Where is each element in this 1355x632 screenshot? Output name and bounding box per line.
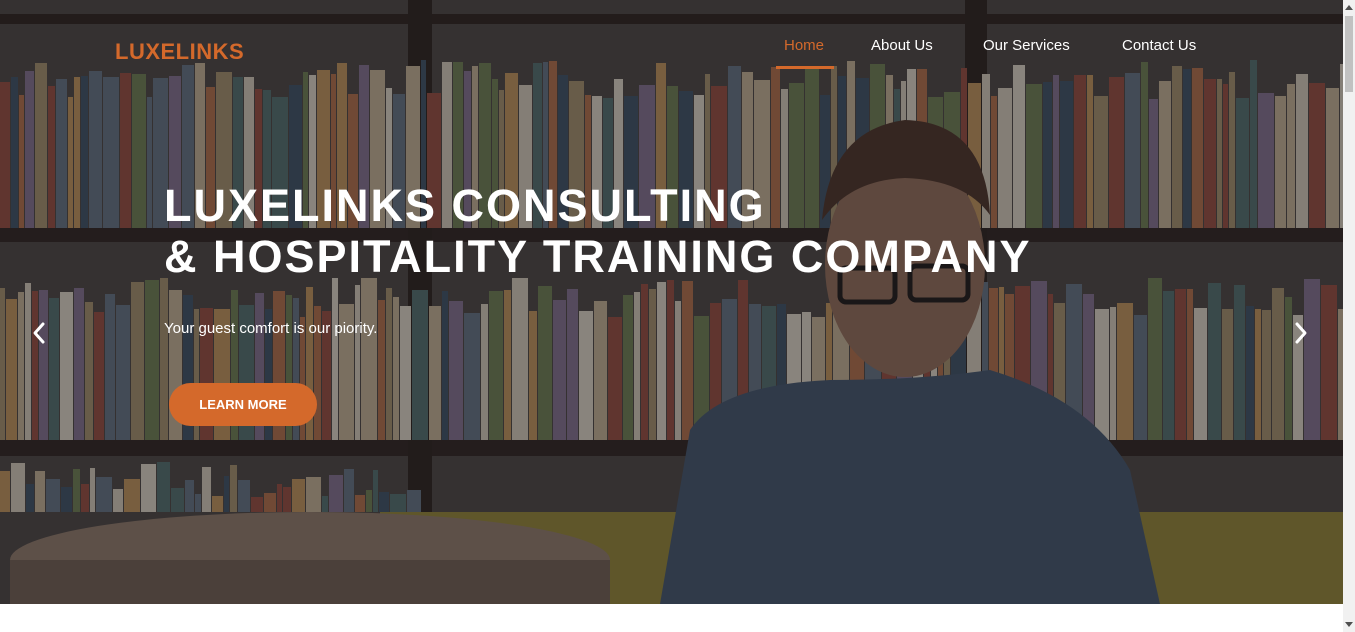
chevron-left-icon [33,322,45,344]
nav-contact-us[interactable]: Contact Us [1122,37,1196,69]
hero-title: LUXELINKS CONSULTING & HOSPITALITY TRAIN… [164,180,1032,282]
brand-logo[interactable]: LUXELINKS [115,39,244,65]
scroll-up-arrow-icon[interactable] [1343,0,1355,14]
page-viewport: LUXELINKS Home About Us Our Services Con… [0,0,1343,632]
scrollbar-thumb[interactable] [1345,16,1353,92]
carousel-next-button[interactable] [1286,316,1316,350]
hero-title-line-2: & HOSPITALITY TRAINING COMPANY [164,231,1032,282]
hero-dark-overlay [0,0,1343,604]
nav-about-us[interactable]: About Us [871,37,933,69]
chevron-right-icon [1295,322,1307,344]
nav-our-services[interactable]: Our Services [983,37,1070,69]
nav-home[interactable]: Home [784,37,824,69]
nav-active-indicator [776,66,834,69]
hero-subtitle: Your guest comfort is our piority. [164,320,378,337]
vertical-scrollbar[interactable] [1343,0,1355,632]
learn-more-button[interactable]: LEARN MORE [169,383,317,426]
carousel-prev-button[interactable] [24,316,54,350]
hero-carousel: LUXELINKS Home About Us Our Services Con… [0,0,1343,604]
scroll-down-arrow-icon[interactable] [1343,618,1355,632]
hero-title-line-1: LUXELINKS CONSULTING [164,180,766,231]
